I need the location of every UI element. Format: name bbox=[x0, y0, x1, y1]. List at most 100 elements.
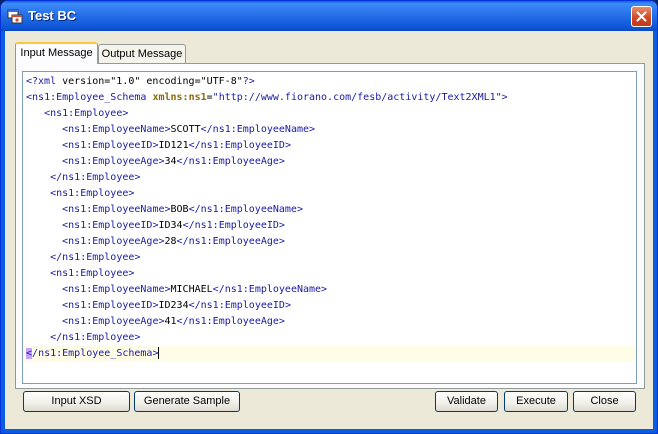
xml-token: > bbox=[278, 316, 285, 327]
xml-token: </ bbox=[50, 252, 63, 263]
xml-token: > bbox=[278, 236, 285, 247]
editor-line: <ns1:Employee> bbox=[23, 266, 636, 282]
xml-token: ns1:EmployeeAge bbox=[188, 316, 279, 327]
xml-token: > bbox=[296, 204, 303, 215]
test-bc-dialog: Test BC Input Message Output Message <?x… bbox=[0, 0, 658, 434]
xml-token: ns1:EmployeeID bbox=[68, 300, 153, 311]
xml-token: ns1:EmployeeAge bbox=[188, 236, 279, 247]
xml-token: xmlns:ns1 bbox=[152, 92, 207, 103]
xml-token: > bbox=[321, 284, 328, 295]
editor-line: </ns1:Employee> bbox=[23, 250, 636, 266]
xml-token: </ bbox=[176, 236, 189, 247]
xml-token: ID234 bbox=[158, 300, 189, 311]
xml-editor-lines: <?xml version="1.0" encoding="UTF-8"?> <n… bbox=[23, 74, 636, 362]
xml-token: ns1:EmployeeAge bbox=[68, 156, 159, 167]
execute-button[interactable]: Execute bbox=[504, 391, 568, 412]
xml-token: ns1:EmployeeName bbox=[212, 124, 309, 135]
xml-token: ?> bbox=[242, 76, 255, 87]
window-border-bottom bbox=[1, 429, 657, 433]
xml-token: </ bbox=[182, 220, 195, 231]
xml-token: "http://www.fiorano.com/fesb/activity/Te… bbox=[212, 92, 502, 103]
xml-token: </ bbox=[50, 172, 63, 183]
editor-line: <ns1:EmployeeName>BOB</ns1:EmployeeName> bbox=[23, 202, 636, 218]
xml-token: BOB bbox=[170, 204, 189, 215]
xml-token: ns1:Employee_Schema bbox=[32, 92, 153, 103]
xml-token: ns1:EmployeeAge bbox=[68, 236, 159, 247]
xml-token: > bbox=[284, 140, 291, 151]
xml-token: > bbox=[134, 332, 141, 343]
xml-token: <?xml bbox=[26, 76, 63, 87]
editor-line: <ns1:EmployeeID>ID121</ns1:EmployeeID> bbox=[23, 138, 636, 154]
xml-token: version="1.0" encoding="UTF-8" bbox=[62, 76, 243, 87]
editor-line: <ns1:Employee> bbox=[23, 106, 636, 122]
xml-token: ns1:EmployeeName bbox=[200, 204, 297, 215]
editor-line: <ns1:EmployeeID>ID234</ns1:EmployeeID> bbox=[23, 298, 636, 314]
xml-token: ns1:EmployeeAge bbox=[188, 156, 279, 167]
editor-line: <?xml version="1.0" encoding="UTF-8"?> bbox=[23, 74, 636, 90]
xml-token: > bbox=[128, 268, 135, 279]
xml-token: > bbox=[501, 92, 508, 103]
window-border-left bbox=[1, 31, 5, 433]
xml-token: </ bbox=[212, 284, 225, 295]
xml-token: > bbox=[284, 300, 291, 311]
editor-line: </ns1:Employee> bbox=[23, 170, 636, 186]
xml-token: 28 bbox=[164, 236, 177, 247]
editor-line: <ns1:EmployeeName>MICHAEL</ns1:EmployeeN… bbox=[23, 282, 636, 298]
xml-editor[interactable]: <?xml version="1.0" encoding="UTF-8"?> <n… bbox=[22, 71, 637, 384]
xml-token: > bbox=[128, 188, 135, 199]
xml-token: ns1:EmployeeID bbox=[68, 220, 153, 231]
window-close-button[interactable] bbox=[631, 6, 652, 27]
xml-token: > bbox=[134, 252, 141, 263]
editor-line: <ns1:EmployeeAge>41</ns1:EmployeeAge> bbox=[23, 314, 636, 330]
xml-token: ns1:Employee bbox=[56, 188, 129, 199]
xml-token: ns1:EmployeeID bbox=[200, 300, 285, 311]
app-window-icon bbox=[7, 8, 23, 24]
xml-token: > bbox=[278, 220, 285, 231]
close-button[interactable]: Close bbox=[573, 391, 636, 412]
tab-output-message[interactable]: Output Message bbox=[98, 44, 186, 63]
xml-token: </ bbox=[188, 204, 201, 215]
xml-token: ns1:EmployeeName bbox=[68, 204, 165, 215]
xml-token: </ bbox=[188, 300, 201, 311]
xml-token: > bbox=[134, 172, 141, 183]
xml-token: MICHAEL bbox=[170, 284, 213, 295]
xml-token: </ bbox=[176, 156, 189, 167]
xml-token: ns1:EmployeeID bbox=[194, 220, 279, 231]
editor-line: <ns1:EmployeeName>SCOTT</ns1:EmployeeNam… bbox=[23, 122, 636, 138]
window-border-right bbox=[653, 31, 657, 433]
xml-token: > bbox=[278, 156, 285, 167]
close-icon bbox=[636, 11, 647, 22]
xml-token: ns1:Employee bbox=[62, 332, 135, 343]
xml-token: 41 bbox=[164, 316, 177, 327]
editor-line: <ns1:EmployeeID>ID34</ns1:EmployeeID> bbox=[23, 218, 636, 234]
xml-token: ns1:EmployeeID bbox=[200, 140, 285, 151]
xml-token: ns1:Employee bbox=[50, 108, 123, 119]
validate-button[interactable]: Validate bbox=[435, 391, 498, 412]
xml-token: </ bbox=[176, 316, 189, 327]
xml-token: > bbox=[122, 108, 129, 119]
xml-token: ns1:Employee_Schema bbox=[38, 348, 153, 359]
editor-line: <ns1:Employee> bbox=[23, 186, 636, 202]
xml-token: ns1:Employee bbox=[56, 268, 129, 279]
xml-token: 34 bbox=[164, 156, 177, 167]
generate-sample-button[interactable]: Generate Sample bbox=[134, 391, 240, 412]
title-bar[interactable]: Test BC bbox=[1, 1, 657, 31]
xml-token: ID34 bbox=[158, 220, 183, 231]
xml-token: </ bbox=[200, 124, 213, 135]
xml-token: ns1:EmployeeAge bbox=[68, 316, 159, 327]
input-xsd-button[interactable]: Input XSD bbox=[23, 391, 130, 412]
text-caret bbox=[158, 347, 160, 359]
xml-token: ns1:EmployeeName bbox=[224, 284, 322, 295]
xml-token: </ bbox=[50, 332, 63, 343]
xml-token: ns1:EmployeeID bbox=[68, 140, 153, 151]
xml-token: ns1:Employee bbox=[62, 172, 135, 183]
xml-token: ns1:Employee bbox=[62, 252, 135, 263]
xml-token: > bbox=[309, 124, 316, 135]
window-title: Test BC bbox=[28, 8, 77, 23]
xml-token: ns1:EmployeeName bbox=[68, 124, 165, 135]
xml-token: SCOTT bbox=[170, 124, 201, 135]
xml-token: </ bbox=[188, 140, 201, 151]
xml-token: ns1:EmployeeName bbox=[68, 284, 165, 295]
editor-line: <ns1:Employee_Schema xmlns:ns1="http://w… bbox=[23, 90, 636, 106]
tab-input-message[interactable]: Input Message bbox=[15, 42, 98, 64]
